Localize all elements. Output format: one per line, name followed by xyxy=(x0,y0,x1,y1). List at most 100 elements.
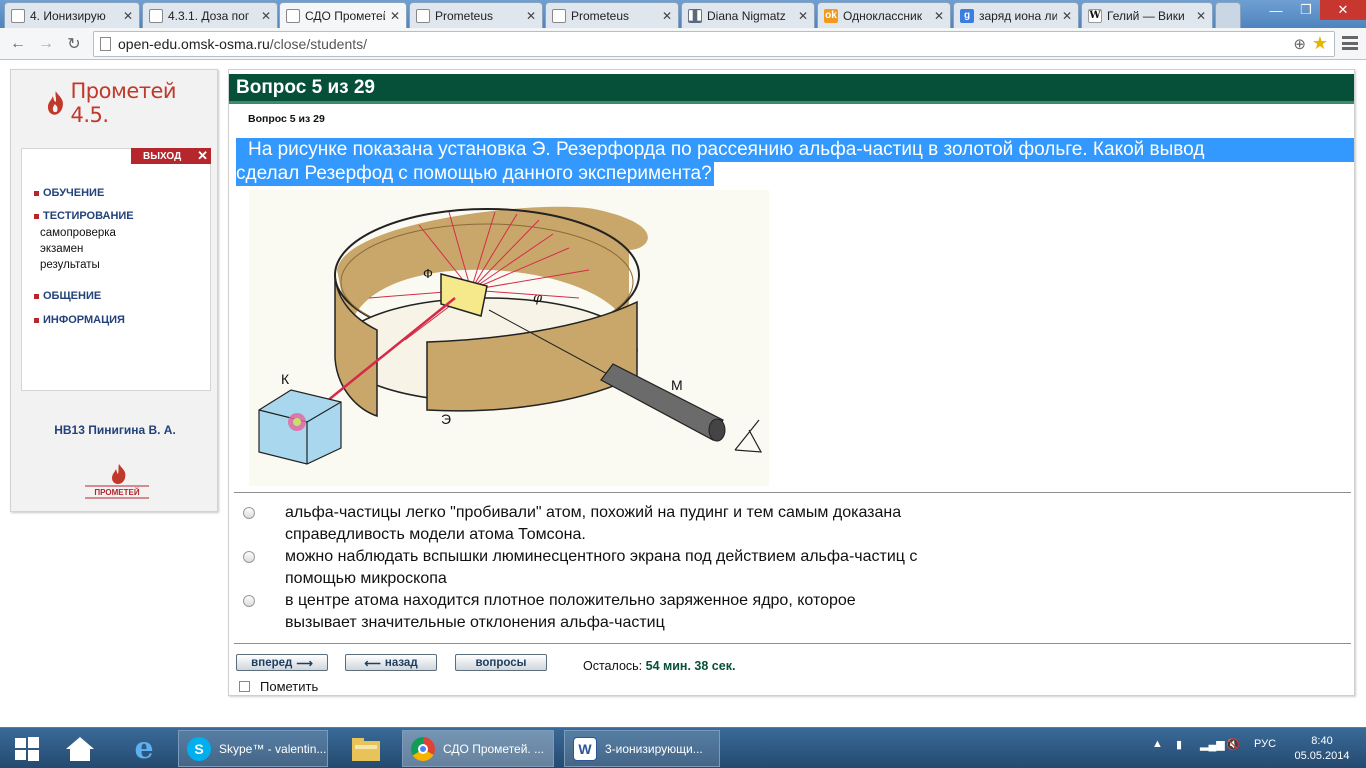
close-icon[interactable]: ✕ xyxy=(798,9,808,23)
close-icon[interactable]: ✕ xyxy=(1062,9,1072,23)
url-host: open-edu.omsk-osma.ru xyxy=(118,36,270,52)
file-explorer-icon[interactable] xyxy=(344,730,388,767)
browser-tab[interactable]: Prometeus ✕ xyxy=(409,2,543,28)
browser-tab-strip: 4. Ионизирую ✕ 4.3.1. Доза пог ✕ СДО Про… xyxy=(0,0,1366,29)
google-icon: g xyxy=(960,8,974,23)
radio-button[interactable] xyxy=(243,595,255,607)
chrome-icon xyxy=(411,736,435,761)
windows-taskbar: e S Skype™ - valentin... СДО Прометей. .… xyxy=(0,727,1366,768)
exit-button[interactable]: ВЫХОД ✕ xyxy=(131,148,211,164)
browser-tab[interactable]: Prometeus ✕ xyxy=(545,2,679,28)
bookmark-star-icon[interactable]: ★ xyxy=(1312,33,1328,54)
sidebar-menu: ВЫХОД ✕ ОБУЧЕНИЕ ТЕСТИРОВАНИЕ самопровер… xyxy=(21,148,211,391)
close-icon[interactable]: ✕ xyxy=(662,9,672,23)
question-text: На рисунке показана установка Э. Резерфо… xyxy=(236,138,1354,186)
menu-item-testing[interactable]: ТЕСТИРОВАНИЕ xyxy=(34,210,134,222)
prometheus-footer-logo: ПРОМЕТЕЙ xyxy=(85,464,149,499)
browser-toolbar: ← → ↻ open-edu.omsk-osma.ru/close/studen… xyxy=(0,28,1366,60)
answer-option-1[interactable]: альфа-частицы легко "пробивали" атом, по… xyxy=(243,502,1025,546)
minimize-button[interactable]: — xyxy=(1261,0,1291,20)
submenu-self-check[interactable]: самопроверка xyxy=(40,227,116,239)
page-icon xyxy=(100,37,111,51)
bullet-icon xyxy=(34,293,39,299)
browser-tab[interactable]: g заряд иона ли ✕ xyxy=(953,2,1079,28)
pause-icon: ❚❚ xyxy=(686,8,704,23)
internet-explorer-icon[interactable]: e xyxy=(122,730,166,767)
browser-tab[interactable]: ok Одноклассник ✕ xyxy=(817,2,951,28)
answer-option-3[interactable]: в центре атома находится плотное положит… xyxy=(243,590,1025,634)
browser-tab[interactable]: W Гелий — Вики ✕ xyxy=(1081,2,1213,28)
home-icon[interactable] xyxy=(60,730,100,767)
system-clock[interactable]: 8:40 05.05.2014 xyxy=(1290,734,1354,764)
browser-tab[interactable]: 4. Ионизирую ✕ xyxy=(4,2,140,28)
questions-button[interactable]: вопросы xyxy=(455,654,547,671)
wikipedia-icon: W xyxy=(1088,8,1102,23)
address-bar[interactable]: open-edu.omsk-osma.ru/close/students/ ⊕ … xyxy=(93,31,1335,57)
divider xyxy=(234,643,1351,644)
browser-tab-active[interactable]: СДО Прометей ✕ xyxy=(279,2,407,29)
menu-item-learning[interactable]: ОБУЧЕНИЕ xyxy=(34,187,104,199)
browser-tab[interactable]: ❚❚ Diana Nigmatz ✕ xyxy=(681,2,815,28)
flame-icon xyxy=(47,91,63,115)
taskbar-app-chrome[interactable]: СДО Прометей. ... xyxy=(402,730,554,767)
submenu-results[interactable]: результаты xyxy=(40,259,100,271)
window-close-button[interactable]: ✕ xyxy=(1320,0,1366,20)
forward-button[interactable]: вперед ⟶ xyxy=(236,654,328,671)
question-counter: Вопрос 5 из 29 xyxy=(248,113,325,125)
close-icon[interactable]: ✕ xyxy=(1196,9,1206,23)
forward-arrow-icon[interactable]: → xyxy=(36,34,56,54)
maximize-button[interactable]: ❐ xyxy=(1291,0,1321,20)
language-indicator[interactable]: РУС xyxy=(1254,738,1276,750)
back-arrow-icon[interactable]: ← xyxy=(8,34,28,54)
question-text-line2: сделал Резерфод с помощью данного экспер… xyxy=(236,162,714,186)
radio-button[interactable] xyxy=(243,507,255,519)
arrow-left-icon: ⟵ xyxy=(364,657,381,670)
divider xyxy=(234,492,1351,493)
close-icon[interactable]: ✕ xyxy=(934,9,944,23)
close-icon[interactable]: ✕ xyxy=(390,9,400,23)
windows-start-icon[interactable] xyxy=(10,730,44,767)
label-k: К xyxy=(281,371,290,387)
skype-icon: S xyxy=(187,736,211,761)
browser-tab[interactable]: 4.3.1. Доза пог ✕ xyxy=(142,2,278,28)
mark-question[interactable]: Пометить xyxy=(239,679,318,694)
answer-option-2[interactable]: можно наблюдать вспышки люминесцентного … xyxy=(243,546,1025,590)
prometheus-logo[interactable]: Прометей 4.5. xyxy=(45,79,217,127)
menu-item-information[interactable]: ИНФОРМАЦИЯ xyxy=(34,314,125,326)
taskbar-app-skype[interactable]: S Skype™ - valentin... xyxy=(178,730,328,767)
label-phi: φ xyxy=(533,291,543,306)
show-hidden-icons[interactable]: ▲ xyxy=(1152,738,1163,750)
zoom-icon[interactable]: ⊕ xyxy=(1293,35,1306,53)
word-icon: W xyxy=(573,736,597,761)
close-icon[interactable]: ✕ xyxy=(261,9,271,23)
rutherford-experiment-figure: К Ф φ Э М xyxy=(249,190,769,486)
close-icon: ✕ xyxy=(197,148,208,163)
reload-icon[interactable]: ↻ xyxy=(64,34,84,54)
signal-icon[interactable]: ▂▄▆ xyxy=(1200,738,1225,751)
footer-logo-text: ПРОМЕТЕЙ xyxy=(94,488,139,497)
back-button[interactable]: ⟵ назад xyxy=(345,654,437,671)
radio-button[interactable] xyxy=(243,551,255,563)
chrome-menu-icon[interactable] xyxy=(1342,36,1358,50)
time-value: 54 мин. 38 сек. xyxy=(645,659,736,673)
odnoklassniki-icon: ok xyxy=(824,8,838,23)
taskbar-app-word[interactable]: W 3-ионизирующи... xyxy=(564,730,720,767)
document-icon xyxy=(416,8,430,23)
mark-checkbox[interactable] xyxy=(239,681,250,692)
close-icon[interactable]: ✕ xyxy=(526,9,536,23)
volume-muted-icon[interactable]: 🔇 xyxy=(1226,738,1240,751)
page-content: Прометей 4.5. ВЫХОД ✕ ОБУЧЕНИЕ ТЕСТИРОВА… xyxy=(0,61,1366,727)
document-icon xyxy=(286,9,300,23)
document-icon xyxy=(149,8,163,23)
bullet-icon xyxy=(34,317,39,323)
time-remaining: Осталось: 54 мин. 38 сек. xyxy=(583,659,736,673)
battery-icon[interactable]: ▮ xyxy=(1176,738,1182,751)
menu-item-communication[interactable]: ОБЩЕНИЕ xyxy=(34,290,101,302)
new-tab-button[interactable] xyxy=(1215,2,1241,28)
question-panel: Вопрос 5 из 29 Вопрос 5 из 29 На рисунке… xyxy=(228,69,1355,696)
close-icon[interactable]: ✕ xyxy=(123,9,133,23)
arrow-right-icon: ⟶ xyxy=(296,657,313,670)
submenu-exam[interactable]: экзамен xyxy=(40,243,83,255)
label-f: Ф xyxy=(423,266,433,281)
question-header: Вопрос 5 из 29 xyxy=(229,74,1354,104)
